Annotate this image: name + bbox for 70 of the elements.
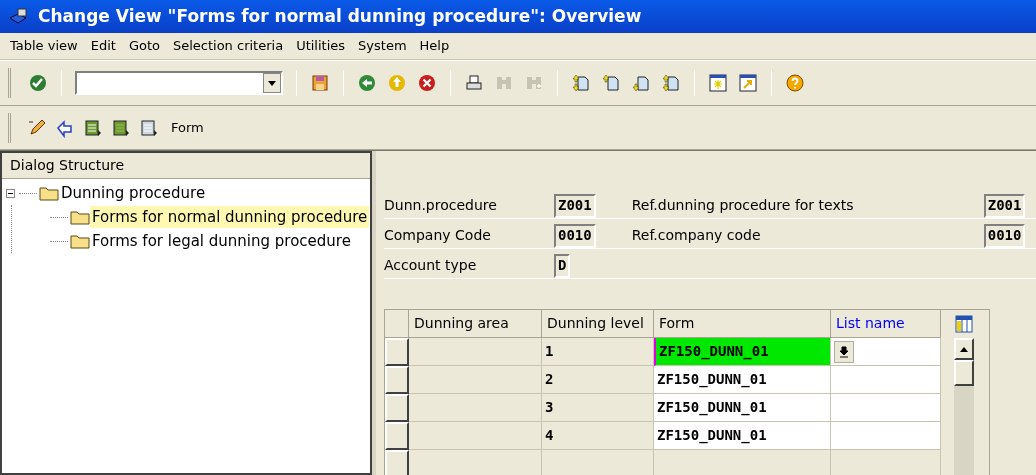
readonly-field: 0010 <box>983 223 1026 248</box>
readonly-field: D <box>554 253 571 278</box>
app-icon <box>8 7 30 26</box>
table-deselect-icon[interactable] <box>139 117 159 138</box>
table-cell: 4 <box>542 422 654 450</box>
page-arrows-icon[interactable] <box>571 73 591 93</box>
table-cell[interactable] <box>831 422 941 450</box>
menu-item[interactable]: Utilities <box>296 36 346 56</box>
save-icon[interactable] <box>310 73 330 93</box>
page-up-arrow-icon[interactable] <box>601 73 621 93</box>
table-settings-icon[interactable] <box>954 314 974 334</box>
scroll-thumb[interactable] <box>954 360 974 386</box>
field-label: Account type <box>384 256 478 275</box>
help-icon[interactable] <box>785 73 805 93</box>
table-cell: 3 <box>542 394 654 422</box>
folder-icon <box>70 209 90 225</box>
panel-title: Dialog Structure <box>10 156 125 175</box>
printer-icon[interactable] <box>464 73 484 93</box>
menu-item[interactable]: System <box>358 36 407 56</box>
dropdown-icon[interactable] <box>263 73 281 93</box>
table-cell[interactable] <box>831 338 941 366</box>
command-field[interactable] <box>75 71 283 95</box>
cancel-icon[interactable] <box>417 73 437 93</box>
table-cell[interactable]: ZF150_DUNN_01 <box>654 366 831 394</box>
field-label: Company Code <box>384 226 492 245</box>
table-cell[interactable]: ZF150_DUNN_01 <box>654 338 831 366</box>
shortcut-icon[interactable] <box>738 73 758 93</box>
menu-item[interactable]: Goto <box>128 36 160 56</box>
folder-icon <box>70 233 90 249</box>
field-label: Ref.dunning procedure for texts <box>631 196 855 215</box>
scroll-up-icon <box>960 346 968 352</box>
window-title: Change View "Forms for normal dunning procedure": Overview <box>38 4 642 28</box>
readonly-field: Z001 <box>983 193 1026 218</box>
table-cell: 2 <box>542 366 654 394</box>
row-selector[interactable] <box>385 394 409 422</box>
scrollbar[interactable] <box>954 338 974 475</box>
tree-item[interactable]: Dunning procedure <box>59 181 208 205</box>
menu-item[interactable]: Table view <box>10 36 78 56</box>
page-down-arrow-icon[interactable] <box>631 73 651 93</box>
field-label: Dunn.procedure <box>384 196 498 215</box>
tree-item[interactable]: Forms for normal dunning procedure <box>90 205 370 229</box>
caret-icon <box>268 80 276 86</box>
table-cell: 1 <box>542 338 654 366</box>
folder-icon <box>39 185 59 201</box>
table-select-icon[interactable] <box>111 117 131 138</box>
pencil-icon[interactable] <box>27 117 47 138</box>
readonly-field: Z001 <box>554 193 596 218</box>
download-arrow-icon <box>839 345 849 358</box>
table-select-icon[interactable] <box>83 117 103 138</box>
table-cell[interactable]: ZF150_DUNN_01 <box>654 422 831 450</box>
value-help-button[interactable] <box>834 340 854 363</box>
page-arrows-icon[interactable] <box>661 73 681 93</box>
menu-item[interactable]: Help <box>419 36 450 56</box>
table-cell[interactable] <box>831 394 941 422</box>
table-cell[interactable]: ZF150_DUNN_01 <box>654 394 831 422</box>
collapse-toggle[interactable] <box>6 188 15 198</box>
row-selector[interactable] <box>385 422 409 450</box>
check-icon[interactable] <box>28 73 48 93</box>
tree-item[interactable]: Forms for legal dunning procedure <box>90 229 353 253</box>
row-selector[interactable] <box>385 450 409 475</box>
readonly-field: 0010 <box>554 223 596 248</box>
menu-item[interactable]: Selection criteria <box>172 36 284 56</box>
table-cell[interactable] <box>831 366 941 394</box>
form-button[interactable]: Form <box>171 117 204 138</box>
undo-arrow-icon[interactable] <box>55 117 75 138</box>
new-window-icon[interactable] <box>708 73 728 93</box>
row-selector[interactable] <box>385 338 409 366</box>
field-label: Ref.company code <box>631 226 762 245</box>
row-selector[interactable] <box>385 366 409 394</box>
menu-item[interactable]: Edit <box>90 36 116 56</box>
